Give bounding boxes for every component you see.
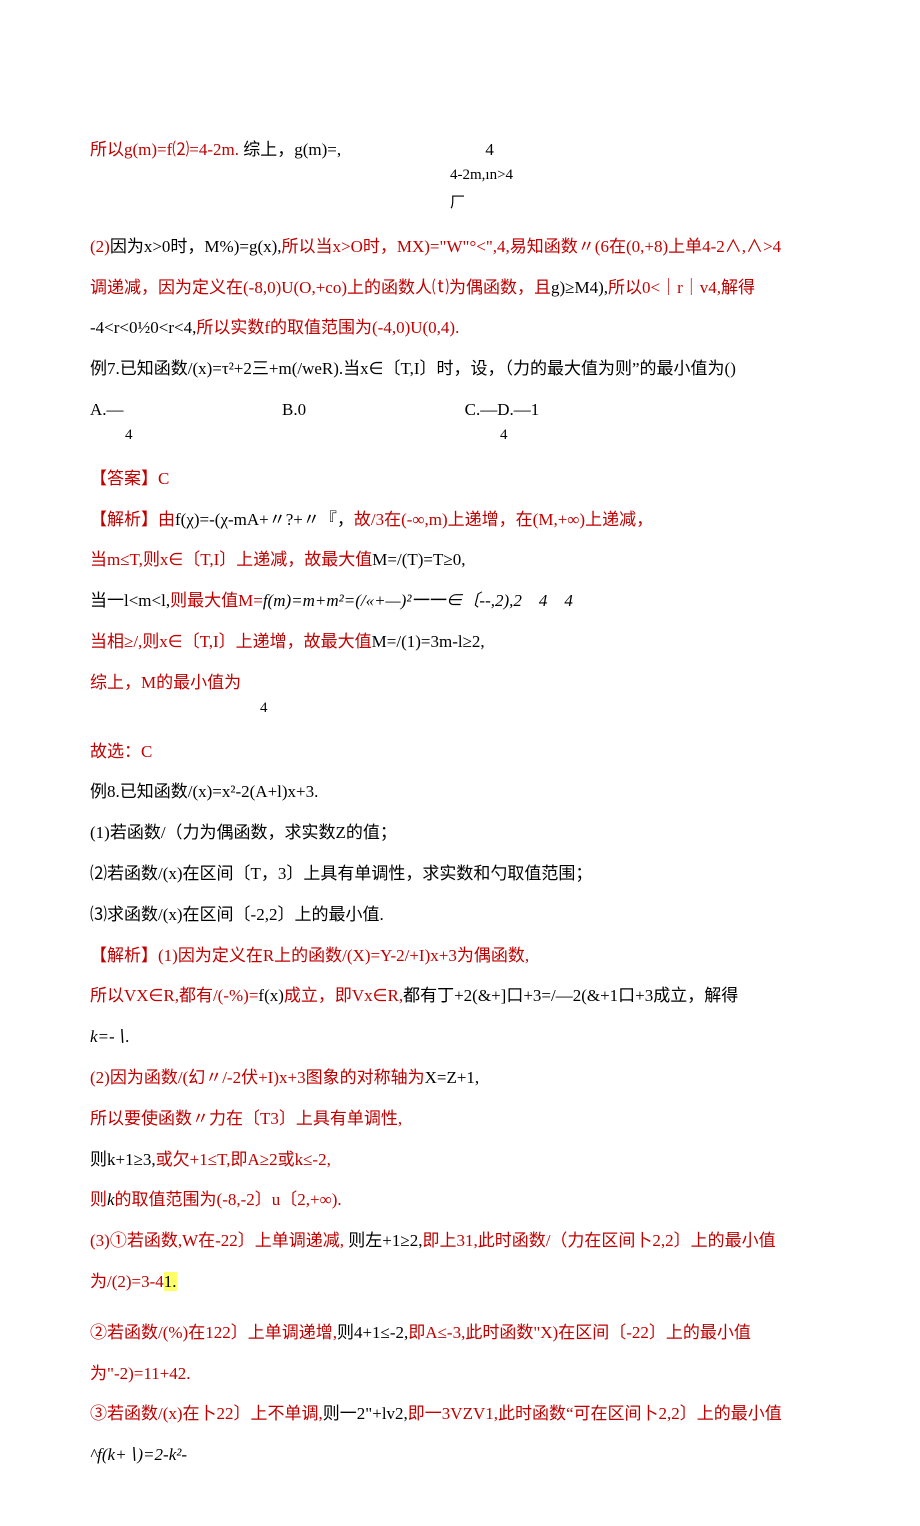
text: ③若函数/(x)在卜22〕上不单调, [90, 1404, 323, 1423]
text: ②若函数/(%)在122〕上单调递增, [90, 1323, 337, 1342]
text: 则4+1≤-2, [337, 1323, 408, 1342]
text: 易知函数〃(6在(0,+8)上单4-2∧,∧>4 [510, 237, 781, 256]
text: M=/(1)=3m-l≥2, [372, 632, 485, 651]
text: 或欠+1≤T, [156, 1150, 231, 1169]
question-8: 例8.已知函数/(x)=x²-2(A+l)x+3. [90, 772, 830, 813]
q8-part1: (1)若函数/（力为偶函数，求实数Z的值； [90, 813, 830, 854]
text: 当m≤T, [90, 550, 143, 569]
text: k=-∖. [90, 1017, 830, 1058]
text: g)≥M4), [551, 278, 608, 297]
text: (1)因为定义在R上的函数/(X)=Y-2/+I)x+3为偶函数, [158, 946, 529, 965]
text: 即A≥2或k≤-2, [230, 1150, 330, 1169]
text: 则x∈〔T,I〕上递减，故最大值 [143, 550, 372, 569]
text: -4<r<0½0<r<4, [90, 318, 196, 337]
text: 则一2"+lv2, [323, 1404, 408, 1423]
text: 所以要使函数〃力在〔T3〕上具有单调性, [90, 1099, 830, 1140]
text: 即A≤-3, [408, 1323, 465, 1342]
text: f(χ)=-(χ-mA+〃?+〃『， [175, 510, 354, 529]
text: 所以0<｜r｜v4, [608, 278, 721, 297]
text: 故选：C [90, 732, 830, 773]
text: 为/(2)=3-4 [90, 1272, 164, 1291]
analysis-label: 【解析】 [90, 946, 158, 965]
text: M=/(T)=T≥0, [372, 550, 465, 569]
text: ^f(k+∖)=2-k²- [90, 1445, 187, 1464]
text: 都有/(-%)= [179, 986, 258, 1005]
text: 所以当x>O时，MX)="W"°<",4, [282, 237, 510, 256]
text: 则k+1≥3, [90, 1150, 156, 1169]
frac-a: 4 [125, 427, 133, 443]
text: 综上，g(m)=, [243, 140, 341, 159]
text: X=Z+1, [425, 1068, 480, 1087]
text: f(m)=m+m²=(/«+—)²一一∈〔--,2),2 4 4 [263, 591, 573, 610]
q8-part3: ⑶求函数/(x)在区间〔-2,2〕上的最小值. [90, 895, 830, 936]
text: 此时函数“可在区间卜2,2〕上的最小值 [498, 1404, 782, 1423]
text: 此时函数/（力在区间卜2,2〕上的最小值 [478, 1231, 776, 1250]
frac-c: 4 [500, 427, 508, 443]
q8-part2: ⑵若函数/(x)在区间〔T，3〕上具有单调性，求实数和勺取值范围； [90, 854, 830, 895]
text: 当一l<m<l, [90, 591, 170, 610]
text: (3)①若函数,W在-22〕上单调递减, [90, 1231, 344, 1250]
text: 的取值范围为(-8,-2〕u〔2,+∞). [115, 1190, 342, 1209]
text: 则x∈〔T,I〕上递增，故最大值 [142, 632, 371, 651]
text: f(x) [258, 986, 283, 1005]
question-7: 例7.已知函数/(x)=τ²+2三+m(/weR).当x∈〔T,I〕时，设，（力… [90, 349, 830, 390]
text: 都有丁+2(&+]口+3=/—2(&+1口+3成立，解得 [403, 986, 738, 1005]
text: 则左+1≥2, [348, 1231, 422, 1250]
text: 4-2m,ın>4 [450, 167, 513, 183]
text: 所以g(m)=f⑵=4-2m. [90, 140, 239, 159]
text: 所以实数f的取值范围为(-4,0)U(0,4). [196, 318, 459, 337]
text: k [107, 1190, 115, 1209]
text: 即上31, [422, 1231, 477, 1250]
text: 成立，即Vx∈R, [284, 986, 403, 1005]
text: (2) [90, 237, 110, 256]
text: 故/3在(-∞,m)上递增，在(M,+∞)上递减， [354, 510, 653, 529]
highlight: 1. [164, 1272, 177, 1291]
text: 即一3VZV1, [408, 1404, 498, 1423]
text: 厂 [450, 195, 465, 211]
answer-label: 【答案】C [90, 459, 830, 500]
text: 4 [260, 700, 268, 716]
text: 当相≥/, [90, 632, 142, 651]
text: 则 [90, 1190, 107, 1209]
text: 因为x>0时，M%)=g(x), [110, 237, 282, 256]
text: 解得 [721, 278, 755, 297]
text: 所以VX∈R, [90, 986, 179, 1005]
text: 调递减，因为定义在(-8,0)U(O,+co)上的函数人⒯为偶函数，且 [90, 278, 551, 297]
text: 则最大值M= [170, 591, 263, 610]
option-a: A.— [90, 400, 124, 419]
text: 综上，M的最小值为 [90, 673, 241, 692]
text: (2)因为函数/(幻〃/-2伏+I)x+3图象的对称轴为 [90, 1068, 425, 1087]
analysis-label: 【解析】由 [90, 510, 175, 529]
